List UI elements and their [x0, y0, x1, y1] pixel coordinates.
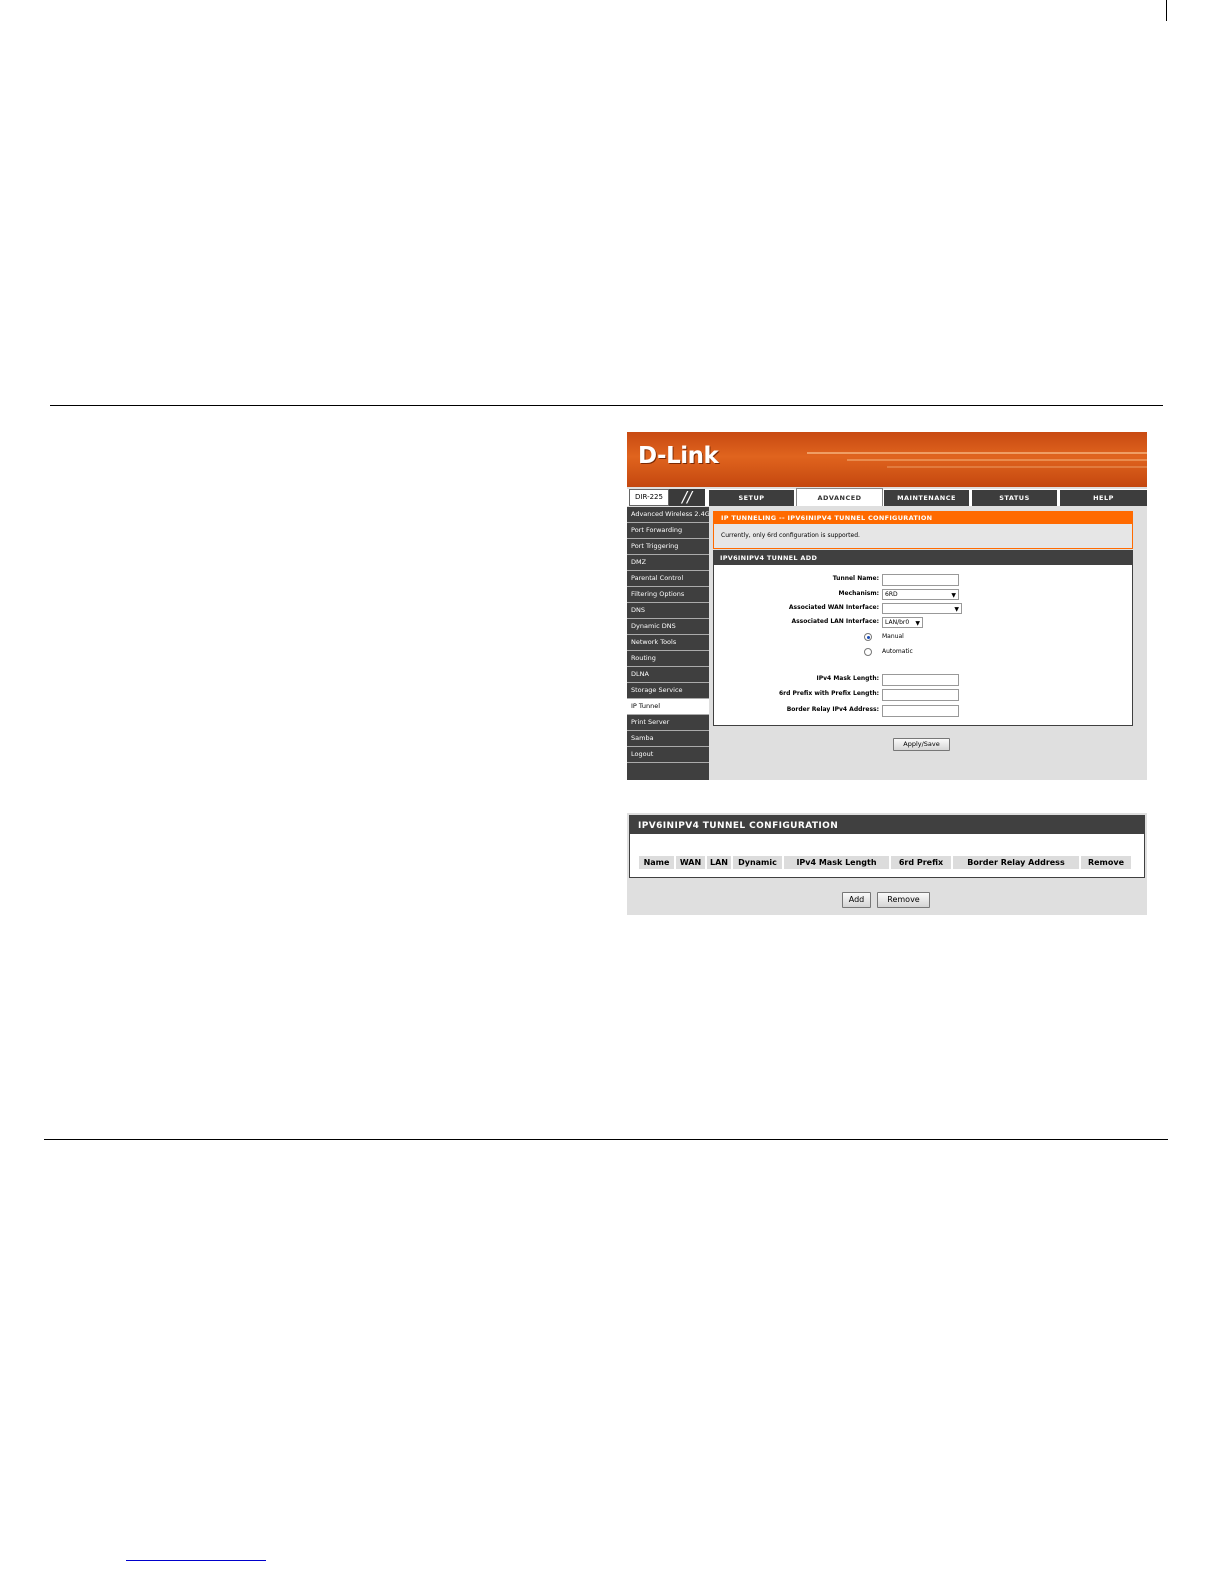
sidebar-item-advanced-wireless[interactable]: Advanced Wireless 2.4G — [627, 507, 709, 523]
model-label: DIR-225 — [629, 489, 669, 506]
table-header: Name WAN LAN Dynamic IPv4 Mask Length 6r… — [639, 856, 1133, 869]
info-message: Currently, only 6rd configuration is sup… — [721, 532, 860, 539]
sidebar-item-dynamic-dns[interactable]: Dynamic DNS — [627, 619, 709, 635]
banner-streak — [847, 459, 1147, 461]
config-screenshot: IPV6INIPV4 TUNNEL CONFIGURATION Name WAN… — [627, 813, 1147, 915]
tab-maintenance[interactable]: MAINTENANCE — [884, 490, 969, 506]
apply-save-button[interactable]: Apply/Save — [893, 738, 950, 751]
tunneling-info-box: IP TUNNELING -- IPV6INIPV4 TUNNEL CONFIG… — [713, 511, 1133, 549]
sidebar-item-samba[interactable]: Samba — [627, 731, 709, 747]
tunnel-add-box: IPV6INIPV4 TUNNEL ADD Tunnel Name: Mecha… — [713, 550, 1133, 726]
tunnel-config-box: IPV6INIPV4 TUNNEL CONFIGURATION Name WAN… — [629, 815, 1145, 878]
mechanism-value: 6RD — [885, 591, 898, 598]
column-header: IPv4 Mask Length — [784, 856, 889, 869]
column-header: LAN — [707, 856, 731, 869]
sidebar-item-print-server[interactable]: Print Server — [627, 715, 709, 731]
sidebar: Advanced Wireless 2.4G Port Forwarding P… — [627, 507, 709, 780]
chevron-down-icon: ▼ — [951, 592, 956, 599]
border-relay-label: Border Relay IPv4 Address: — [786, 706, 879, 713]
mask-length-label: IPv4 Mask Length: — [816, 675, 879, 682]
tunnel-name-input[interactable] — [882, 574, 959, 586]
lan-interface-label: Associated LAN Interface: — [791, 618, 879, 625]
manual-radio[interactable] — [864, 633, 872, 641]
footer-link-underline — [126, 1560, 266, 1561]
tab-status[interactable]: STATUS — [972, 490, 1057, 506]
add-button[interactable]: Add — [842, 892, 871, 908]
prefix-label: 6rd Prefix with Prefix Length: — [778, 690, 879, 697]
tunnel-name-label: Tunnel Name: — [832, 575, 879, 582]
sidebar-item-parental-control[interactable]: Parental Control — [627, 571, 709, 587]
banner-streak — [807, 452, 1147, 454]
mechanism-select[interactable]: 6RD ▼ — [882, 589, 959, 600]
sidebar-item-ip-tunnel[interactable]: IP Tunnel — [627, 699, 709, 715]
automatic-label: Automatic — [882, 648, 913, 655]
column-header: 6rd Prefix — [891, 856, 951, 869]
wan-interface-label: Associated WAN Interface: — [788, 604, 879, 611]
column-header: Remove — [1081, 856, 1131, 869]
config-title: IPV6INIPV4 TUNNEL CONFIGURATION — [630, 816, 1144, 834]
lan-interface-select[interactable]: LAN/br0 ▼ — [882, 617, 923, 628]
brand-banner: D-Link — [627, 432, 1147, 487]
sidebar-item-storage-service[interactable]: Storage Service — [627, 683, 709, 699]
mask-length-input[interactable] — [882, 674, 959, 686]
column-header: Name — [639, 856, 674, 869]
top-nav: DIR-225 // SETUP ADVANCED MAINTENANCE ST… — [627, 488, 1147, 506]
prefix-input[interactable] — [882, 689, 959, 701]
sidebar-item-routing[interactable]: Routing — [627, 651, 709, 667]
manual-label: Manual — [882, 633, 904, 640]
main-content: IP TUNNELING -- IPV6INIPV4 TUNNEL CONFIG… — [711, 507, 1147, 780]
slash-decoration: // — [669, 489, 705, 506]
banner-streak — [887, 466, 1147, 468]
section-title: IPV6INIPV4 TUNNEL ADD — [714, 551, 1132, 565]
remove-button[interactable]: Remove — [877, 892, 930, 908]
dlink-logo: D-Link — [638, 443, 719, 469]
sidebar-item-port-triggering[interactable]: Port Triggering — [627, 539, 709, 555]
sidebar-item-filtering-options[interactable]: Filtering Options — [627, 587, 709, 603]
tab-advanced[interactable]: ADVANCED — [796, 488, 883, 506]
tab-help[interactable]: HELP — [1060, 490, 1147, 506]
section-title: IP TUNNELING -- IPV6INIPV4 TUNNEL CONFIG… — [714, 512, 1132, 524]
sidebar-item-network-tools[interactable]: Network Tools — [627, 635, 709, 651]
router-screenshot: D-Link DIR-225 // SETUP ADVANCED MAINTEN… — [627, 432, 1147, 780]
chevron-down-icon: ▼ — [954, 606, 959, 613]
column-header: WAN — [676, 856, 705, 869]
automatic-radio[interactable] — [864, 648, 872, 656]
chevron-down-icon: ▼ — [915, 620, 920, 627]
border-relay-input[interactable] — [882, 705, 959, 717]
sidebar-item-logout[interactable]: Logout — [627, 747, 709, 763]
bottom-rule — [44, 1139, 1168, 1140]
sidebar-item-dlna[interactable]: DLNA — [627, 667, 709, 683]
column-header: Border Relay Address — [953, 856, 1079, 869]
top-rule — [50, 405, 1163, 406]
column-header: Dynamic — [733, 856, 782, 869]
sidebar-item-dmz[interactable]: DMZ — [627, 555, 709, 571]
mechanism-label: Mechanism: — [838, 590, 879, 597]
sidebar-item-dns[interactable]: DNS — [627, 603, 709, 619]
corner-mark — [1166, 0, 1167, 21]
lan-interface-value: LAN/br0 — [885, 619, 910, 626]
sidebar-item-port-forwarding[interactable]: Port Forwarding — [627, 523, 709, 539]
tab-setup[interactable]: SETUP — [709, 490, 794, 506]
wan-interface-select[interactable]: ▼ — [882, 603, 962, 614]
